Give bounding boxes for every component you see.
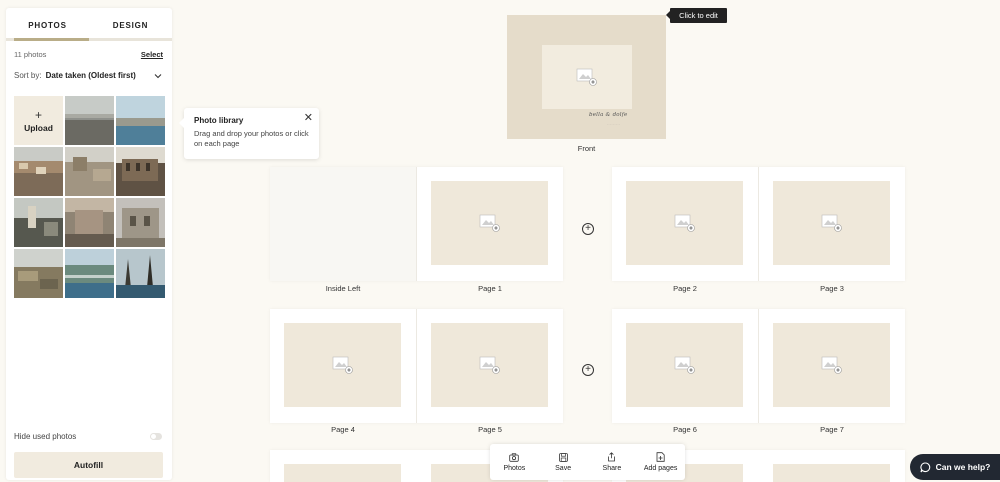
page-4[interactable] — [270, 309, 416, 423]
page-11[interactable] — [759, 450, 905, 482]
upload-button[interactable]: + Upload — [14, 96, 63, 145]
photo-grid: + Upload — [14, 96, 165, 298]
spread-inside-left-page-1 — [270, 167, 563, 281]
add-photo-icon — [821, 214, 842, 232]
chevron-down-icon — [154, 73, 162, 78]
hide-used-row: Hide used photos — [14, 432, 162, 441]
panel-tabs: PHOTOS DESIGN — [6, 8, 172, 42]
photo-thumbnail[interactable] — [65, 147, 114, 196]
add-photo-icon — [576, 68, 597, 86]
photo-meta-row: 11 photos Select — [14, 50, 163, 59]
photo-thumbnail[interactable] — [14, 249, 63, 298]
photo-slot[interactable] — [773, 181, 890, 265]
page-7[interactable] — [759, 309, 905, 423]
photo-slot[interactable] — [431, 323, 548, 407]
plus-icon: + — [34, 107, 42, 122]
label-page-2: Page 2 — [673, 284, 697, 293]
label-inside-left: Inside Left — [325, 284, 361, 293]
page-2[interactable] — [612, 167, 758, 281]
chat-bubble-icon — [920, 461, 930, 472]
autofill-button[interactable]: Autofill — [14, 452, 163, 478]
help-chat-button[interactable]: Can we help? — [910, 454, 1000, 480]
front-label: Front — [577, 144, 596, 153]
save-button[interactable]: Save — [539, 444, 588, 480]
close-icon[interactable]: ✕ — [304, 113, 313, 124]
photos-label: Photos — [503, 464, 526, 472]
photo-slot[interactable] — [284, 323, 401, 407]
photo-slot[interactable] — [431, 181, 548, 265]
photo-thumbnail[interactable] — [116, 96, 165, 145]
photo-slot[interactable] — [626, 181, 743, 265]
page-1[interactable] — [417, 167, 563, 281]
hide-used-toggle[interactable] — [150, 433, 162, 440]
page-6[interactable] — [612, 309, 758, 423]
sort-value[interactable]: Date taken (Oldest first) — [46, 71, 154, 80]
label-page-4: Page 4 — [331, 425, 355, 434]
photo-count: 11 photos — [14, 50, 47, 59]
photo-slot[interactable] — [626, 323, 743, 407]
photo-thumbnail[interactable] — [116, 249, 165, 298]
add-photo-icon — [674, 356, 695, 374]
photo-panel: PHOTOS DESIGN 11 photos Select Sort by: … — [6, 8, 172, 480]
add-pages-button[interactable]: Add pages — [636, 444, 685, 480]
front-cover[interactable]: bella & dolfe ········· — [507, 15, 666, 139]
photo-thumbnail[interactable] — [65, 198, 114, 247]
add-photo-icon — [479, 214, 500, 232]
photo-thumbnail[interactable] — [116, 198, 165, 247]
photo-slot[interactable] — [773, 323, 890, 407]
click-to-edit-tooltip: Click to edit — [666, 8, 727, 23]
share-label: Share — [602, 465, 622, 472]
label-page-1: Page 1 — [478, 284, 502, 293]
bottom-toolbar: Photos Save Share Add pages — [490, 444, 685, 480]
sort-label: Sort by: — [14, 71, 42, 80]
photo-thumbnail[interactable] — [116, 147, 165, 196]
photo-slot[interactable] — [284, 464, 401, 482]
save-icon — [558, 452, 568, 462]
save-label: Save — [555, 464, 572, 472]
select-link[interactable]: Select — [141, 50, 163, 59]
hide-used-label: Hide used photos — [14, 432, 77, 441]
add-spread-icon[interactable]: + — [582, 364, 594, 376]
add-photo-icon — [674, 214, 695, 232]
photo-slot[interactable] — [773, 464, 890, 482]
page-inside-left[interactable] — [270, 167, 416, 281]
sort-dropdown[interactable]: Sort by: Date taken (Oldest first) — [14, 71, 162, 80]
photo-thumbnail[interactable] — [65, 96, 114, 145]
photo-thumbnail[interactable] — [65, 249, 114, 298]
upload-label: Upload — [24, 122, 53, 133]
label-page-3: Page 3 — [820, 284, 844, 293]
tooltip-body: Drag and drop your photos or click on ea… — [194, 129, 309, 148]
share-button[interactable]: Share — [588, 444, 637, 480]
add-photo-icon — [479, 356, 500, 374]
spread-page-6-7 — [612, 309, 905, 423]
share-icon — [608, 452, 616, 462]
spread-page-4-5 — [270, 309, 563, 423]
camera-icon — [509, 452, 520, 462]
add-spread-icon[interactable]: + — [582, 223, 594, 235]
tooltip-title: Photo library — [194, 116, 244, 125]
page-8[interactable] — [270, 450, 416, 482]
label-page-5: Page 5 — [478, 425, 502, 434]
add-photo-icon — [821, 356, 842, 374]
help-label: Can we help? — [935, 462, 991, 472]
add-page-icon — [656, 452, 665, 462]
photo-thumbnail[interactable] — [14, 198, 63, 247]
tab-active-indicator — [14, 38, 89, 41]
cover-photo-slot[interactable] — [542, 45, 632, 109]
page-5[interactable] — [417, 309, 563, 423]
tab-photos[interactable]: PHOTOS — [6, 8, 89, 42]
cover-sub-text: ········· — [607, 122, 621, 126]
photo-library-tooltip: Photo library Drag and drop your photos … — [179, 108, 319, 159]
cover-script-text: bella & dolfe — [589, 112, 628, 118]
add-photo-icon — [332, 356, 353, 374]
spread-page-2-3 — [612, 167, 905, 281]
page-3[interactable] — [759, 167, 905, 281]
photos-button[interactable]: Photos — [490, 444, 539, 480]
label-page-6: Page 6 — [673, 425, 697, 434]
tab-underline — [6, 38, 172, 41]
add-pages-label: Add pages — [643, 465, 678, 472]
tab-design[interactable]: DESIGN — [89, 8, 172, 42]
label-page-7: Page 7 — [820, 425, 844, 434]
photo-thumbnail[interactable] — [14, 147, 63, 196]
